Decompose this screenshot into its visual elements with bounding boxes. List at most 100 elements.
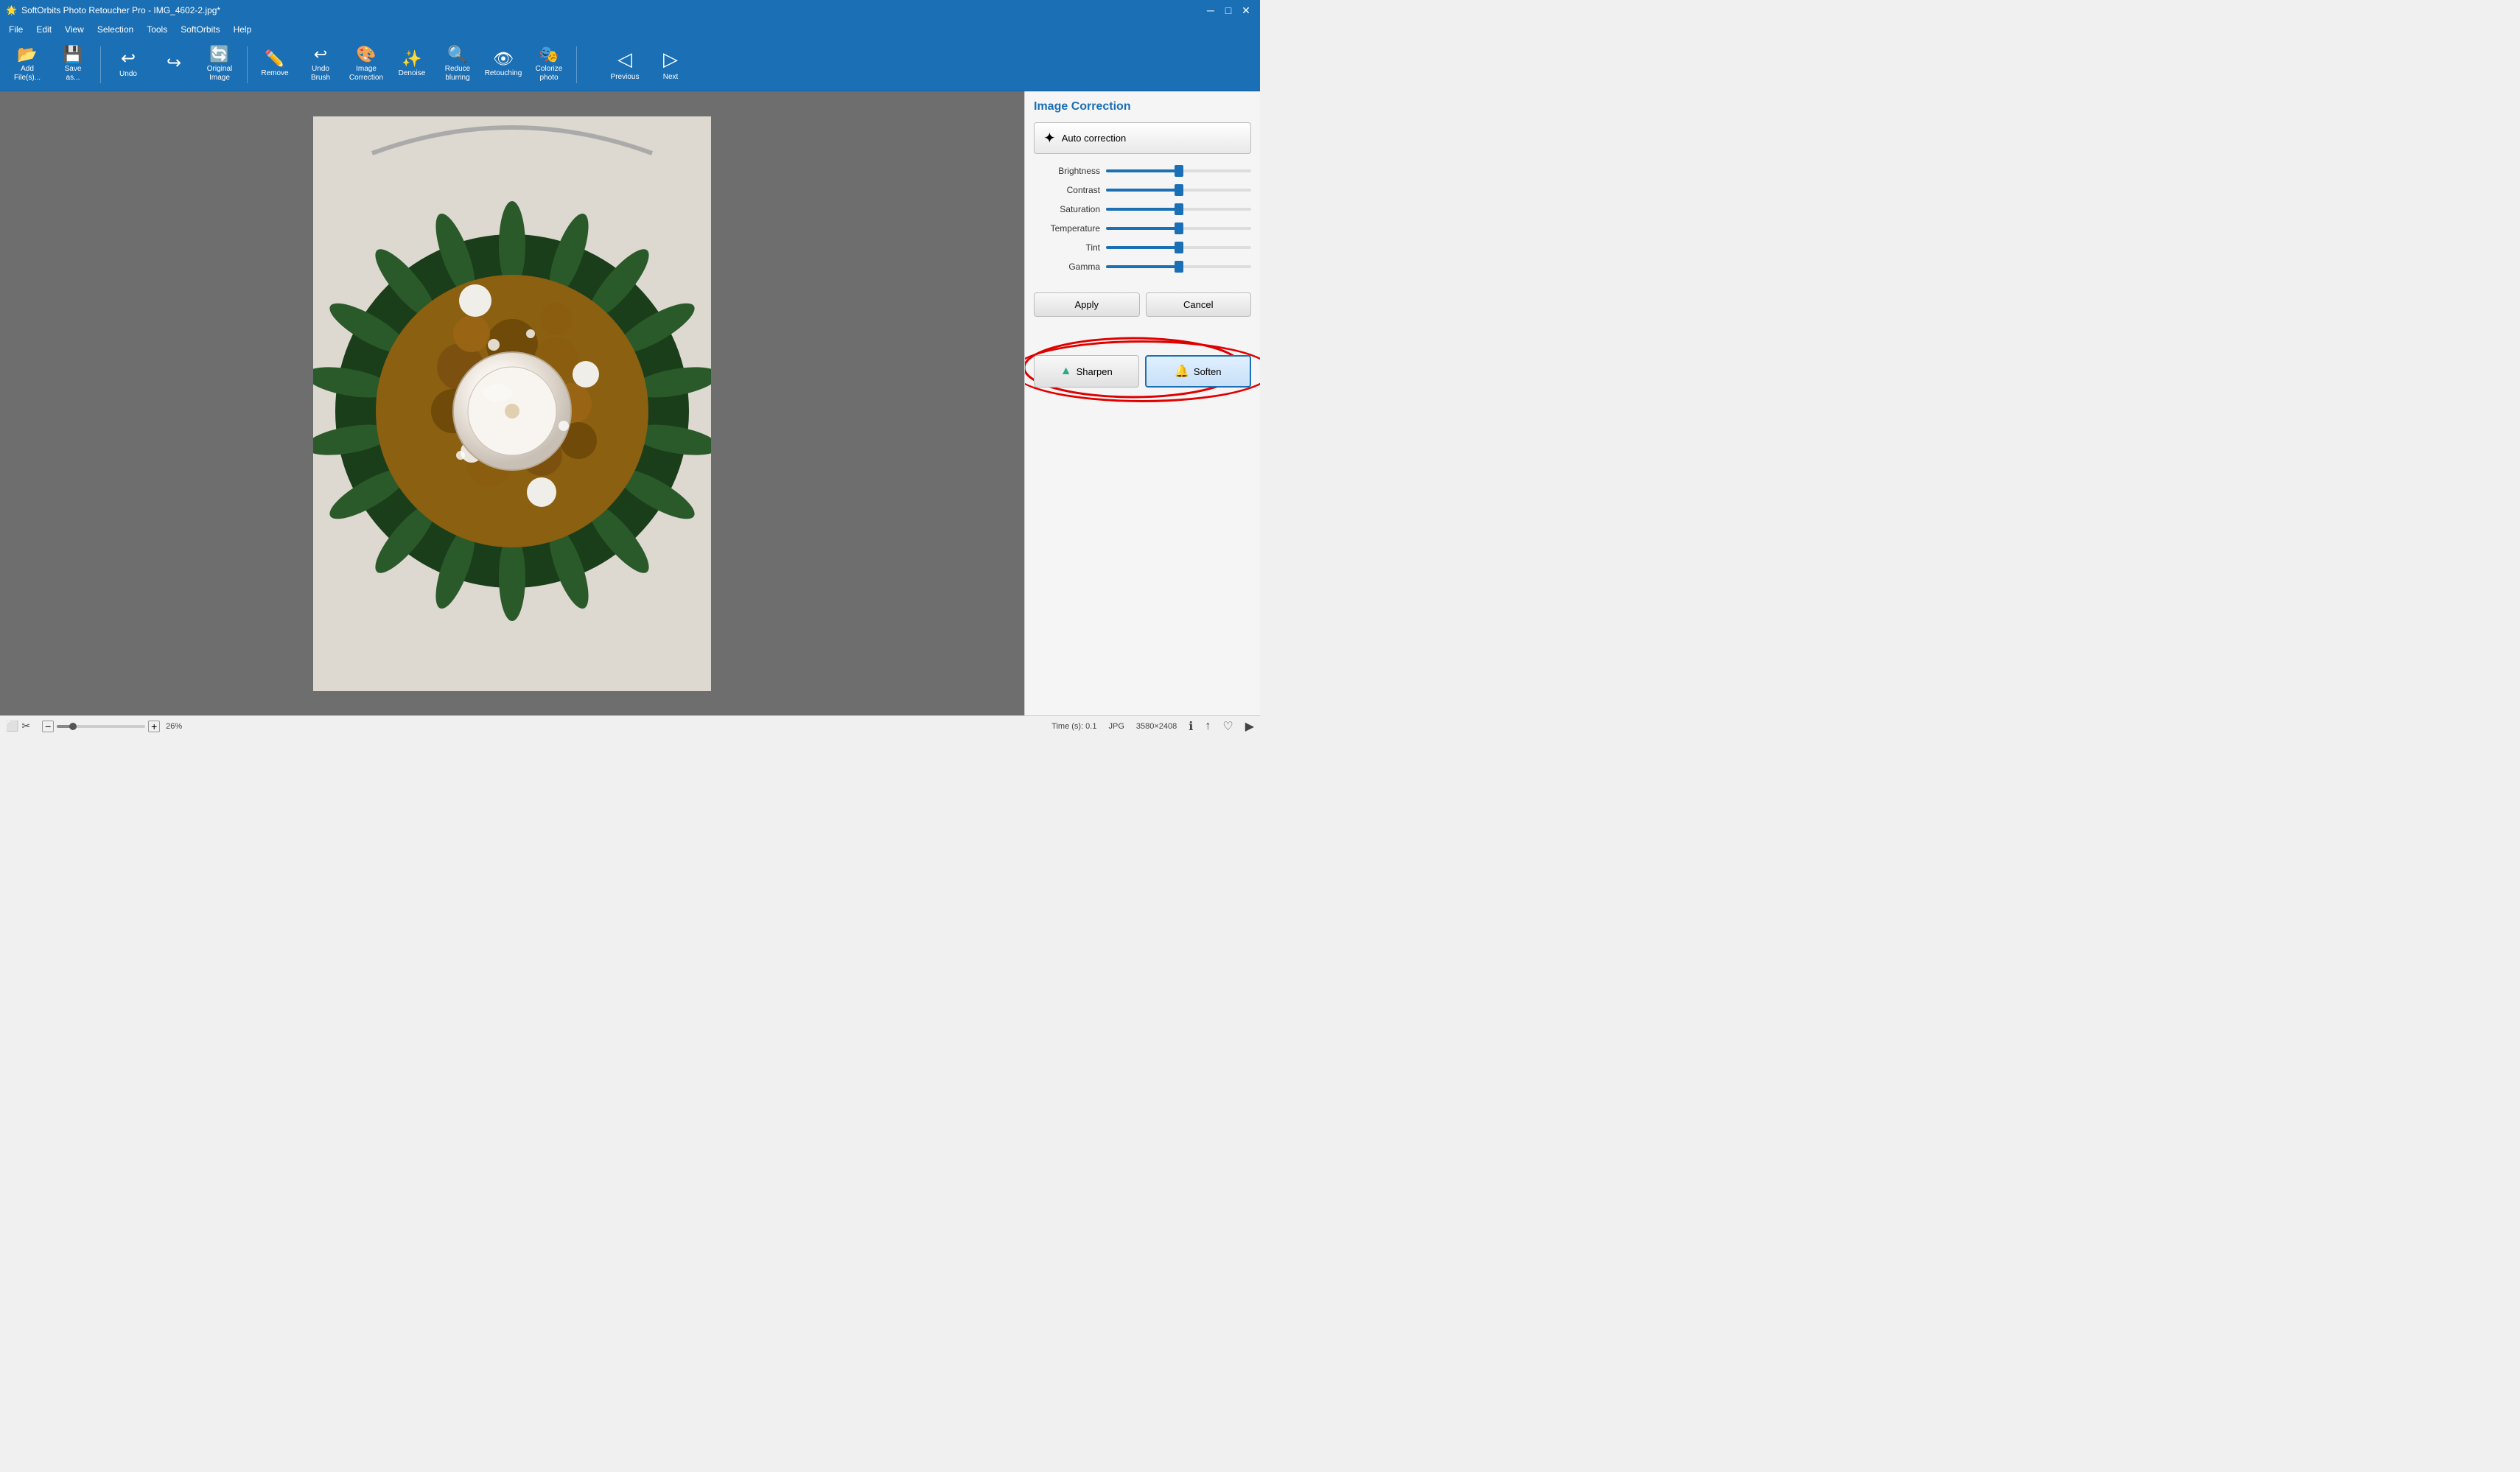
close-button[interactable]: ✕ <box>1238 2 1254 18</box>
soften-label: Soften <box>1194 366 1222 377</box>
colorize-photo-button[interactable]: 🎭 Colorizephoto <box>528 43 570 87</box>
play-icon[interactable]: ▶ <box>1245 719 1254 734</box>
apply-button[interactable]: Apply <box>1034 292 1140 317</box>
window-controls: ─ □ ✕ <box>1203 2 1254 18</box>
next-icon: ▷ <box>663 48 678 71</box>
effect-buttons: ▲ Sharpen 🔔 Soften <box>1034 355 1251 388</box>
zoom-out-button[interactable]: − <box>42 721 54 732</box>
save-as-icon: 💾 <box>63 46 83 63</box>
denoise-button[interactable]: ✨ Denoise <box>391 43 433 87</box>
image-correction-button[interactable]: 🎨 ImageCorrection <box>345 43 388 87</box>
retouching-icon: 👁 <box>493 51 514 67</box>
image-correction-label: ImageCorrection <box>349 65 383 83</box>
menu-file[interactable]: File <box>3 23 29 36</box>
undo-brush-icon: ↩ <box>314 46 327 63</box>
saturation-label: Saturation <box>1034 204 1100 214</box>
undo-label: Undo <box>119 70 137 79</box>
minimize-button[interactable]: ─ <box>1203 2 1219 18</box>
action-buttons: Apply Cancel <box>1034 292 1251 317</box>
cancel-button[interactable]: Cancel <box>1146 292 1252 317</box>
zoom-in-button[interactable]: + <box>148 721 160 732</box>
original-image-label: OriginalImage <box>207 65 232 83</box>
title-bar: 🌟 SoftOrbits Photo Retoucher Pro - IMG_4… <box>0 0 1260 21</box>
maximize-button[interactable]: □ <box>1220 2 1236 18</box>
soften-button[interactable]: 🔔 Soften <box>1145 355 1252 388</box>
menu-edit[interactable]: Edit <box>30 23 57 36</box>
canvas-area[interactable] <box>0 91 1024 715</box>
gamma-label: Gamma <box>1034 262 1100 272</box>
main-content: Image Correction ✦ Auto correction Brigh… <box>0 91 1260 715</box>
zoom-track <box>57 725 145 728</box>
menu-selection[interactable]: Selection <box>91 23 139 36</box>
reduce-blurring-icon: 🔍 <box>447 46 467 63</box>
auto-correction-icon: ✦ <box>1043 129 1056 147</box>
panel-title: Image Correction <box>1034 100 1251 113</box>
photo-container <box>313 116 711 691</box>
selection-icon: ⬜ <box>6 720 18 732</box>
reduce-blurring-button[interactable]: 🔍 Reduceblurring <box>436 43 479 87</box>
previous-label: Previous <box>611 73 640 81</box>
redo-icon: ↪ <box>167 55 181 72</box>
next-button[interactable]: ▷ Next <box>649 43 692 87</box>
effect-section: ▲ Sharpen 🔔 Soften <box>1034 334 1251 405</box>
menu-view[interactable]: View <box>59 23 90 36</box>
remove-button[interactable]: ✏️ Remove <box>253 43 296 87</box>
separator-3 <box>576 46 577 83</box>
sharpen-icon: ▲ <box>1060 365 1072 378</box>
tint-slider[interactable] <box>1106 246 1251 249</box>
dimensions-label: 3580×2408 <box>1136 722 1177 731</box>
menu-help[interactable]: Help <box>228 23 258 36</box>
original-image-icon: 🔄 <box>209 46 229 63</box>
heart-icon[interactable]: ♡ <box>1222 719 1233 734</box>
original-image-button[interactable]: 🔄 OriginalImage <box>198 43 241 87</box>
menu-softorbits[interactable]: SoftOrbits <box>175 23 225 36</box>
add-file-button[interactable]: 📂 AddFile(s)... <box>6 43 49 87</box>
temperature-slider[interactable] <box>1106 227 1251 230</box>
denoise-label: Denoise <box>399 69 426 78</box>
info-icon[interactable]: ℹ <box>1189 719 1193 734</box>
undo-brush-button[interactable]: ↩ UndoBrush <box>299 43 342 87</box>
sharpen-button[interactable]: ▲ Sharpen <box>1034 355 1139 388</box>
gamma-row: Gamma <box>1034 262 1251 272</box>
toolbar: 📂 AddFile(s)... 💾 Saveas... ↩ Undo ↪ 🔄 O… <box>0 38 1260 91</box>
brightness-label: Brightness <box>1034 166 1100 176</box>
share-icon[interactable]: ↑ <box>1205 720 1211 733</box>
right-panel: Image Correction ✦ Auto correction Brigh… <box>1024 91 1260 715</box>
redo-button[interactable]: ↪ <box>153 43 195 87</box>
format-label: JPG <box>1108 722 1124 731</box>
undo-button[interactable]: ↩ Undo <box>107 43 150 87</box>
zoom-percent: 26% <box>166 722 182 731</box>
window-title: SoftOrbits Photo Retoucher Pro - IMG_460… <box>21 5 220 15</box>
contrast-label: Contrast <box>1034 185 1100 195</box>
auto-correction-button[interactable]: ✦ Auto correction <box>1034 122 1251 154</box>
sharpen-label: Sharpen <box>1077 366 1113 377</box>
colorize-photo-label: Colorizephoto <box>536 65 563 83</box>
saturation-slider[interactable] <box>1106 208 1251 211</box>
temperature-label: Temperature <box>1034 223 1100 234</box>
save-as-button[interactable]: 💾 Saveas... <box>52 43 94 87</box>
previous-icon: ◁ <box>617 48 632 71</box>
menu-tools[interactable]: Tools <box>141 23 173 36</box>
separator-2 <box>247 46 248 83</box>
contrast-slider[interactable] <box>1106 189 1251 192</box>
image-correction-icon: 🎨 <box>356 46 376 63</box>
gamma-slider[interactable] <box>1106 265 1251 268</box>
save-as-label: Saveas... <box>65 65 82 83</box>
saturation-row: Saturation <box>1034 204 1251 214</box>
remove-icon: ✏️ <box>265 51 284 67</box>
retouching-button[interactable]: 👁 Retouching <box>482 43 525 87</box>
crop-icon: ✂ <box>21 720 30 732</box>
add-file-label: AddFile(s)... <box>14 65 41 83</box>
reduce-blurring-label: Reduceblurring <box>445 65 470 83</box>
brightness-slider[interactable] <box>1106 169 1251 172</box>
remove-label: Remove <box>261 69 288 78</box>
menu-bar: File Edit View Selection Tools SoftOrbit… <box>0 21 1260 38</box>
soften-icon: 🔔 <box>1175 364 1189 379</box>
brightness-row: Brightness <box>1034 166 1251 176</box>
temperature-row: Temperature <box>1034 223 1251 234</box>
zoom-control: − + 26% <box>42 721 182 732</box>
undo-icon: ↩ <box>121 50 136 68</box>
tint-row: Tint <box>1034 242 1251 253</box>
previous-button[interactable]: ◁ Previous <box>603 43 646 87</box>
app-logo-icon: 🌟 <box>6 5 17 15</box>
